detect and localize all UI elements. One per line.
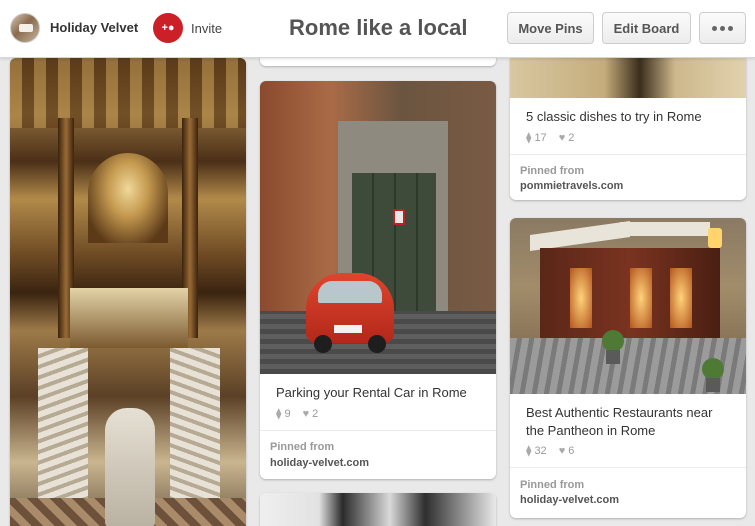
- edit-board-button[interactable]: Edit Board: [602, 12, 691, 44]
- pin-stats: ⧫ 32 ♥ 6: [526, 444, 575, 458]
- pin-image-statue: [105, 408, 155, 526]
- street-lamp: [708, 228, 722, 248]
- pin-title[interactable]: 5 classic dishes to try in Rome: [526, 108, 702, 126]
- board-title: Rome like a local: [289, 15, 468, 40]
- pin-image-apse: [88, 153, 168, 243]
- pinned-from-label: Pinned from: [270, 441, 335, 453]
- divider: [510, 467, 746, 468]
- repin-count: 17: [534, 131, 547, 144]
- owner-avatar[interactable]: [10, 13, 40, 43]
- pin-icon: ⧫: [276, 408, 282, 420]
- pin-parking[interactable]: Parking your Rental Car in Rome ⧫ 9 ♥ 2 …: [260, 81, 496, 479]
- potted-plant: [702, 358, 724, 380]
- pin-title-line: Best Authentic Restaurants near: [526, 405, 713, 420]
- car-window: [318, 281, 382, 303]
- pin-icon: ⧫: [526, 132, 532, 144]
- pin-title[interactable]: Best Authentic Restaurants near the Pant…: [526, 404, 712, 440]
- plant-pot: [706, 378, 720, 392]
- move-pins-button[interactable]: Move Pins: [507, 12, 594, 44]
- car-wheel: [314, 335, 332, 353]
- pin-source-link[interactable]: holiday-velvet.com: [520, 494, 619, 506]
- pin-dishes[interactable]: 5 classic dishes to try in Rome ⧫ 17 ♥ 2…: [510, 58, 746, 200]
- like-count: 2: [312, 407, 319, 420]
- pin-title-line: the Pantheon in Rome: [526, 423, 656, 438]
- more-options-button[interactable]: [699, 12, 746, 44]
- awning: [530, 220, 630, 252]
- pin-image[interactable]: [260, 493, 496, 526]
- invite-button[interactable]: +●: [153, 13, 183, 43]
- car-wheel: [368, 335, 386, 353]
- pin-image[interactable]: [510, 58, 746, 98]
- like-count: 2: [568, 131, 575, 144]
- invite-user-icon: +●: [161, 22, 175, 34]
- pin-image-ceiling: [10, 58, 246, 128]
- pin-image[interactable]: [510, 218, 746, 394]
- divider: [510, 154, 746, 155]
- pin-basilica[interactable]: [10, 58, 246, 526]
- license-plate: [334, 325, 362, 333]
- more-dots-icon: [712, 25, 733, 31]
- potted-plant: [602, 330, 624, 352]
- divider: [260, 430, 496, 431]
- pin-source-link[interactable]: pommietravels.com: [520, 180, 623, 192]
- repin-count: 9: [284, 407, 291, 420]
- board-header: Holiday Velvet +● Invite Rome like a loc…: [0, 0, 755, 58]
- pinned-from-label: Pinned from: [520, 479, 585, 491]
- pin-title[interactable]: Parking your Rental Car in Rome: [276, 384, 467, 402]
- repin-count: 32: [534, 444, 547, 457]
- awning: [620, 222, 710, 236]
- window-light: [570, 268, 592, 328]
- pin-image[interactable]: [260, 81, 496, 374]
- pin-image-altar: [70, 288, 188, 348]
- pin-icon: ⧫: [526, 445, 532, 457]
- plant-pot: [606, 350, 620, 364]
- invite-label[interactable]: Invite: [191, 21, 222, 36]
- like-count: 6: [568, 444, 575, 457]
- window-light: [630, 268, 652, 328]
- pin-stats: ⧫ 17 ♥ 2: [526, 131, 575, 145]
- pin-partial-bottom[interactable]: [260, 493, 496, 526]
- no-parking-sign: [393, 209, 405, 225]
- board-owner-name[interactable]: Holiday Velvet: [50, 20, 138, 35]
- heart-icon: ♥: [558, 444, 566, 457]
- pinned-from-label: Pinned from: [520, 165, 585, 177]
- pin-stats: ⧫ 9 ♥ 2: [276, 407, 319, 421]
- heart-icon: ♥: [558, 131, 566, 144]
- pin-restaurants[interactable]: Best Authentic Restaurants near the Pant…: [510, 218, 746, 518]
- window-light: [670, 268, 692, 328]
- pin-source-link[interactable]: holiday-velvet.com: [270, 457, 369, 469]
- heart-icon: ♥: [302, 407, 310, 420]
